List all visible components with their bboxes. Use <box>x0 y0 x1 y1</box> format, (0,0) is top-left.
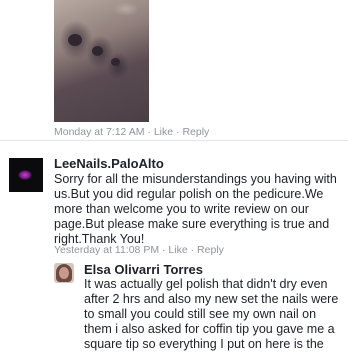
avatar-face <box>59 267 69 279</box>
comment-author[interactable]: LeeNails.PaloAlto <box>54 156 164 171</box>
reply-link[interactable]: Reply <box>197 244 224 256</box>
comment-text: It was actually gel polish that didn't d… <box>84 277 339 351</box>
like-link[interactable]: Like <box>168 244 187 256</box>
avatar[interactable] <box>54 263 74 283</box>
comment-text: Sorry for all the misunderstandings you … <box>54 172 337 246</box>
divider <box>0 140 348 141</box>
toenail-shape <box>68 34 82 46</box>
post-time[interactable]: Monday at 7:12 AM <box>54 126 144 138</box>
post-photo[interactable] <box>54 0 149 122</box>
comment-meta: Yesterday at 11:08 PM · Like · Reply <box>54 244 224 256</box>
avatar[interactable] <box>9 158 43 192</box>
comment-time[interactable]: Yesterday at 11:08 PM <box>54 244 159 256</box>
comment-author[interactable]: Elsa Olivarri Torres <box>84 262 203 277</box>
post-meta: Monday at 7:12 AM · Like · Reply <box>54 126 209 138</box>
toenail-shape <box>111 58 120 66</box>
reply-link[interactable]: Reply <box>182 126 209 138</box>
logo-glow <box>18 170 32 180</box>
like-link[interactable]: Like <box>154 126 173 138</box>
meta-separator: · <box>144 126 154 138</box>
toenail-shape <box>92 46 103 56</box>
meta-separator: · <box>187 244 198 256</box>
